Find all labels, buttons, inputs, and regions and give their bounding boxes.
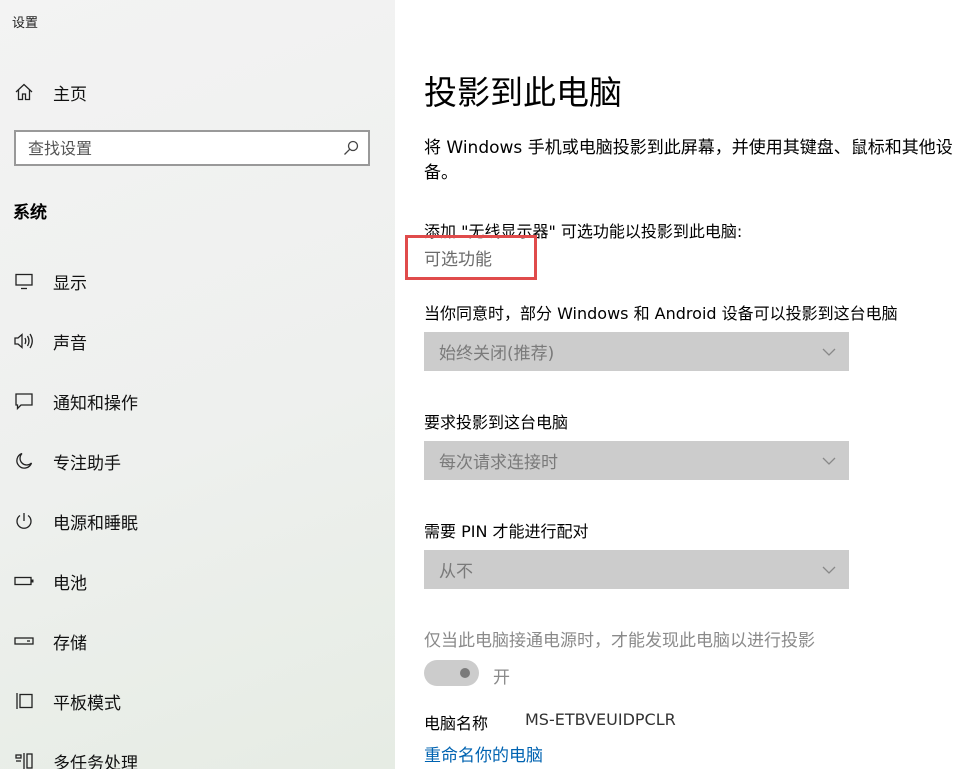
sidebar-item-battery[interactable]: 电池	[0, 559, 395, 603]
multitasking-icon	[12, 749, 36, 769]
moon-icon	[12, 449, 36, 473]
sidebar: 设置 主页 系统 显示 声音	[0, 0, 395, 769]
notification-icon	[12, 389, 36, 413]
sidebar-item-display[interactable]: 显示	[0, 259, 395, 303]
page-description: 将 Windows 手机或电脑投影到此屏幕，并使用其键盘、鼠标和其他设备。	[424, 138, 953, 183]
sidebar-item-label: 平板模式	[53, 693, 121, 714]
sidebar-item-label: 专注助手	[53, 453, 121, 474]
sidebar-item-label: 电源和睡眠	[53, 513, 138, 534]
allow-projection-dropdown[interactable]: 始终关闭(推荐)	[424, 332, 849, 371]
sidebar-item-focus-assist[interactable]: 专注助手	[0, 439, 395, 483]
search-input[interactable]	[16, 132, 350, 164]
rename-pc-link[interactable]: 重命名你的电脑	[424, 741, 543, 766]
home-icon	[12, 80, 36, 104]
sidebar-item-label: 主页	[53, 84, 87, 105]
tablet-mode-icon	[12, 689, 36, 713]
dropdown-value: 始终关闭(推荐)	[439, 344, 555, 364]
window-title: 设置	[12, 16, 39, 31]
optional-features-link[interactable]: 可选功能	[424, 245, 492, 270]
storage-icon	[12, 629, 36, 653]
sidebar-item-label: 声音	[53, 333, 87, 354]
optional-features-highlight: 可选功能	[405, 235, 537, 280]
chevron-down-icon	[821, 344, 837, 360]
sidebar-item-label: 存储	[53, 633, 87, 654]
dropdown-value: 每次请求连接时	[439, 453, 558, 473]
ask-projection-label: 要求投影到这台电脑	[424, 413, 569, 432]
power-hint: 仅当此电脑接通电源时，才能发现此电脑以进行投影	[424, 631, 815, 651]
sidebar-item-tablet-mode[interactable]: 平板模式	[0, 679, 395, 723]
power-toggle[interactable]	[424, 660, 479, 686]
pc-name-value: MS-ETBVEUIDPCLR	[525, 710, 676, 729]
battery-icon	[12, 569, 36, 593]
sidebar-item-label: 多任务处理	[53, 753, 138, 769]
page-title: 投影到此电脑	[424, 73, 622, 112]
sidebar-item-power-sleep[interactable]: 电源和睡眠	[0, 499, 395, 543]
sidebar-item-label: 通知和操作	[53, 393, 138, 414]
section-title: 系统	[13, 203, 47, 223]
chevron-down-icon	[821, 562, 837, 578]
sidebar-item-storage[interactable]: 存储	[0, 619, 395, 663]
pc-name-label: 电脑名称	[424, 714, 489, 733]
sidebar-item-label: 电池	[53, 573, 87, 594]
chevron-down-icon	[821, 453, 837, 469]
speaker-icon	[12, 329, 36, 353]
pin-label: 需要 PIN 才能进行配对	[424, 522, 589, 541]
sidebar-item-label: 显示	[53, 273, 87, 294]
toggle-state-label: 开	[493, 668, 510, 688]
search-icon[interactable]	[342, 139, 360, 157]
sidebar-item-home[interactable]: 主页	[0, 72, 395, 112]
power-icon	[12, 509, 36, 533]
pin-dropdown[interactable]: 从不	[424, 550, 849, 589]
sidebar-item-notifications[interactable]: 通知和操作	[0, 379, 395, 423]
search-box	[14, 130, 370, 166]
main-content: 投影到此电脑 将 Windows 手机或电脑投影到此屏幕，并使用其键盘、鼠标和其…	[395, 0, 975, 769]
allow-projection-label: 当你同意时，部分 Windows 和 Android 设备可以投影到这台电脑	[424, 304, 898, 323]
toggle-knob	[460, 668, 470, 678]
sidebar-item-sound[interactable]: 声音	[0, 319, 395, 363]
dropdown-value: 从不	[439, 562, 473, 582]
sidebar-item-multitasking[interactable]: 多任务处理	[0, 739, 395, 769]
monitor-icon	[12, 269, 36, 293]
ask-projection-dropdown[interactable]: 每次请求连接时	[424, 441, 849, 480]
